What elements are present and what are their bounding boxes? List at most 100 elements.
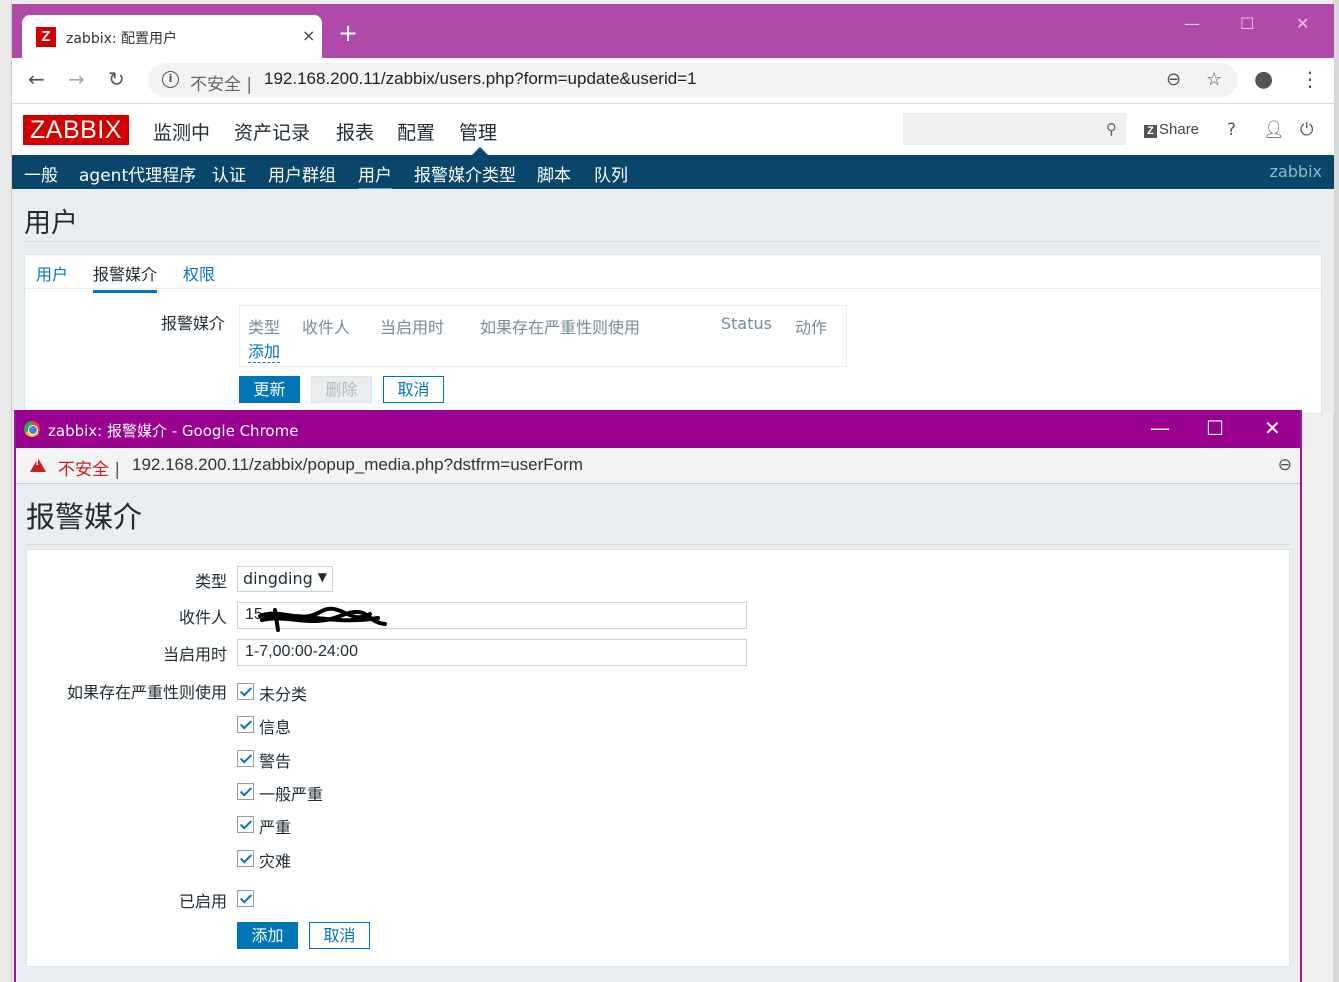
divider bbox=[26, 544, 1290, 545]
logout-icon[interactable]: ⏻ bbox=[1300, 120, 1313, 140]
sendto-input[interactable]: 15 bbox=[237, 602, 747, 632]
search-input[interactable]: ⚲ bbox=[903, 113, 1126, 145]
severity-high-label: 严重 bbox=[259, 818, 292, 837]
menu-configuration[interactable]: 配置 bbox=[397, 118, 435, 145]
browser-tab[interactable]: Z zabbix: 配置用户 × bbox=[22, 15, 322, 58]
user-form-card: 用户 报警媒介 权限 报警媒介 类型 收件人 当启用时 如果存在严重性则使用 S… bbox=[24, 254, 1322, 414]
zabbix-header: ZABBIX 监测中 资产记录 报表 配置 管理 ⚲ Z Share ? 👤︎ ⏻ bbox=[12, 105, 1334, 155]
tab-media[interactable]: 报警媒介 bbox=[93, 261, 158, 293]
col-action: 动作 bbox=[795, 318, 828, 337]
redaction-scribble bbox=[258, 606, 387, 632]
submenu-users[interactable]: 用户 bbox=[358, 161, 392, 190]
severity-high-checkbox[interactable] bbox=[237, 816, 254, 833]
main-browser-window: Z zabbix: 配置用户 × + — ☐ ✕ ← → ↻ i 不安全 | 1… bbox=[12, 4, 1334, 414]
zabbix-logo[interactable]: ZABBIX bbox=[23, 115, 129, 145]
popup-close-icon[interactable]: ✕ bbox=[1264, 416, 1281, 440]
form-tabs: 用户 报警媒介 权限 bbox=[25, 255, 1321, 293]
minimize-icon[interactable]: — bbox=[1184, 14, 1200, 33]
submenu-queue[interactable]: 队列 bbox=[594, 161, 628, 186]
chrome-icon bbox=[24, 421, 40, 437]
add-media-link[interactable]: 添加 bbox=[248, 338, 281, 363]
severity-information-checkbox[interactable] bbox=[237, 716, 254, 733]
submenu-proxies[interactable]: agent代理程序 bbox=[79, 161, 196, 186]
update-button[interactable]: 更新 bbox=[239, 376, 300, 403]
tab-permissions[interactable]: 权限 bbox=[183, 261, 215, 285]
popup-heading: 报警媒介 bbox=[26, 500, 143, 534]
omnibox[interactable]: i 不安全 | 192.168.200.11/zabbix/users.php?… bbox=[148, 63, 1238, 97]
period-label: 当启用时 bbox=[162, 645, 227, 664]
popup-minimize-icon[interactable]: — bbox=[1150, 416, 1170, 440]
back-icon[interactable]: ← bbox=[28, 67, 45, 91]
forward-icon[interactable]: → bbox=[68, 67, 85, 91]
menu-inventory[interactable]: 资产记录 bbox=[234, 118, 310, 145]
menu-reports[interactable]: 报表 bbox=[336, 118, 374, 145]
severity-disaster-label: 灾难 bbox=[259, 852, 292, 871]
share-link[interactable]: Z Share bbox=[1144, 121, 1199, 138]
desktop-background-left bbox=[0, 0, 12, 982]
share-icon: Z bbox=[1144, 125, 1157, 138]
new-tab-icon[interactable]: + bbox=[338, 21, 358, 45]
menu-administration[interactable]: 管理 bbox=[459, 118, 497, 145]
delete-button[interactable]: 删除 bbox=[311, 376, 372, 403]
enabled-label: 已启用 bbox=[178, 892, 227, 911]
severity-average-checkbox[interactable] bbox=[237, 783, 254, 800]
menu-kebab-icon[interactable]: ⋮ bbox=[1300, 67, 1320, 91]
insecure-label: 不安全 | bbox=[190, 75, 253, 95]
popup-zoom-icon[interactable]: ⊖ bbox=[1278, 455, 1292, 475]
chevron-down-icon: ▼ bbox=[317, 570, 327, 584]
tab-strip: Z zabbix: 配置用户 × + — ☐ ✕ bbox=[12, 4, 1334, 58]
popup-url-text[interactable]: 192.168.200.11/zabbix/popup_media.php?ds… bbox=[132, 455, 583, 475]
cancel-button[interactable]: 取消 bbox=[383, 376, 444, 403]
popup-maximize-icon[interactable]: ☐ bbox=[1206, 416, 1224, 440]
site-info-icon[interactable]: i bbox=[162, 71, 179, 88]
enabled-checkbox[interactable] bbox=[237, 890, 254, 907]
reload-icon[interactable]: ↻ bbox=[108, 67, 125, 91]
media-form: 类型 dingding ▼ 收件人 15 当启用时 1-7,00:00-24:0… bbox=[26, 549, 1290, 967]
user-profile-icon[interactable]: 👤︎ bbox=[1263, 120, 1285, 140]
close-window-icon[interactable]: ✕ bbox=[1296, 14, 1309, 33]
tab-user[interactable]: 用户 bbox=[36, 261, 68, 285]
tab-close-icon[interactable]: × bbox=[302, 26, 315, 45]
search-icon[interactable]: ⚲ bbox=[1106, 120, 1117, 138]
submenu-media-types[interactable]: 报警媒介类型 bbox=[414, 161, 516, 186]
page-content: 用户 用户 报警媒介 权限 报警媒介 类型 收件人 当启用时 如果存在严重性则使… bbox=[12, 189, 1334, 414]
current-user-label: zabbix bbox=[1269, 162, 1322, 181]
media-field-label: 报警媒介 bbox=[161, 314, 226, 333]
type-label: 类型 bbox=[194, 572, 227, 591]
submenu-authentication[interactable]: 认证 bbox=[212, 161, 246, 186]
submenu-general[interactable]: 一般 bbox=[24, 161, 58, 186]
type-select[interactable]: dingding ▼ bbox=[237, 566, 333, 592]
bookmark-star-icon[interactable]: ☆ bbox=[1206, 69, 1222, 90]
severity-average-label: 一般严重 bbox=[259, 785, 324, 804]
tab-title: zabbix: 配置用户 bbox=[66, 31, 178, 47]
zoom-icon[interactable]: ⊖ bbox=[1166, 69, 1181, 90]
admin-submenu: 一般 agent代理程序 认证 用户群组 用户 报警媒介类型 脚本 队列 zab… bbox=[12, 155, 1334, 190]
submenu-user-groups[interactable]: 用户群组 bbox=[268, 161, 336, 186]
maximize-icon[interactable]: ☐ bbox=[1240, 14, 1254, 33]
severity-warning-checkbox[interactable] bbox=[237, 750, 254, 767]
zabbix-favicon-icon: Z bbox=[36, 27, 56, 47]
page-title: 用户 bbox=[24, 208, 78, 239]
address-bar: ← → ↻ i 不安全 | 192.168.200.11/zabbix/user… bbox=[12, 58, 1334, 104]
severity-information-label: 信息 bbox=[259, 718, 292, 737]
divider bbox=[24, 241, 1322, 242]
add-button[interactable]: 添加 bbox=[237, 922, 298, 949]
submenu-scripts[interactable]: 脚本 bbox=[537, 161, 571, 186]
severity-disaster-checkbox[interactable] bbox=[237, 850, 254, 867]
popup-titlebar: zabbix: 报警媒介 - Google Chrome — ☐ ✕ bbox=[16, 410, 1300, 448]
url-text[interactable]: 192.168.200.11/zabbix/users.php?form=upd… bbox=[264, 69, 697, 89]
media-popup-window: zabbix: 报警媒介 - Google Chrome — ☐ ✕ ! 不安全… bbox=[14, 410, 1302, 982]
popup-cancel-button[interactable]: 取消 bbox=[309, 922, 370, 949]
severity-not-classified-checkbox[interactable] bbox=[237, 683, 254, 700]
active-menu-caret bbox=[472, 147, 488, 155]
menu-monitoring[interactable]: 监测中 bbox=[153, 118, 210, 145]
help-icon[interactable]: ? bbox=[1227, 120, 1236, 140]
period-input[interactable]: 1-7,00:00-24:00 bbox=[237, 639, 747, 666]
col-severity: 如果存在严重性则使用 bbox=[480, 318, 641, 337]
col-type: 类型 bbox=[248, 318, 281, 337]
popup-window-title: zabbix: 报警媒介 - Google Chrome bbox=[48, 422, 299, 440]
profile-icon[interactable]: ● bbox=[1254, 67, 1273, 92]
media-table: 类型 收件人 当启用时 如果存在严重性则使用 Status 动作 添加 bbox=[239, 305, 847, 367]
popup-address-bar: ! 不安全 | 192.168.200.11/zabbix/popup_medi… bbox=[16, 448, 1300, 484]
popup-insecure-label: 不安全 | bbox=[58, 460, 121, 480]
